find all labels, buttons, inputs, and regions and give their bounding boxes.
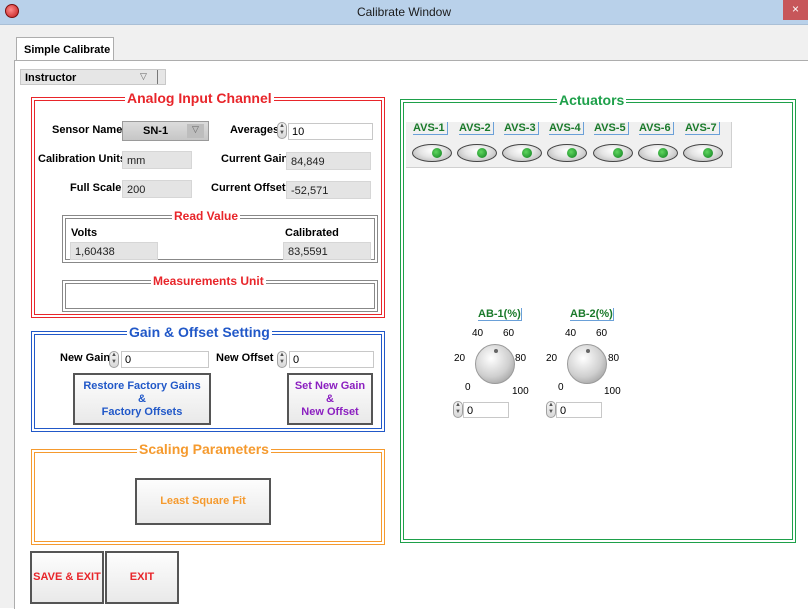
ab2-spinner[interactable]: ▲ ▼ [546, 401, 556, 418]
volts-value: 1,60438 [70, 242, 158, 260]
knob-title: AB-1(%) [478, 308, 522, 321]
user-select-value: Instructor [25, 72, 77, 84]
avs-toggle-button[interactable] [547, 144, 587, 162]
avs-label: AVS-4 [549, 122, 584, 135]
sensor-name-select[interactable]: SN-1 ▽ [122, 121, 209, 141]
ab1-input[interactable]: 0 [463, 402, 509, 418]
avs-label: AVS-3 [504, 122, 539, 135]
status-led-icon [477, 148, 487, 158]
avs-toggle-button[interactable] [457, 144, 497, 162]
ab1-spinner[interactable]: ▲ ▼ [453, 401, 463, 418]
avs-label: AVS-1 [413, 122, 448, 135]
scaling-parameters-title: Scaling Parameters [137, 441, 271, 457]
status-led-icon [522, 148, 532, 158]
status-led-icon [567, 148, 577, 158]
current-offset-value: -52,571 [286, 181, 371, 199]
current-offset-label: Current Offset [211, 182, 286, 194]
restore-factory-button[interactable]: Restore Factory Gains & Factory Offsets [73, 373, 211, 425]
status-led-icon [658, 148, 668, 158]
averages-spinner[interactable]: ▲ ▼ [277, 122, 287, 139]
new-gain-spinner[interactable]: ▲ ▼ [109, 351, 119, 368]
chevron-down-icon: ▽ [140, 71, 147, 81]
avs-toggle-button[interactable] [502, 144, 542, 162]
current-gain-value: 84,849 [286, 152, 371, 170]
set-new-gain-offset-button[interactable]: Set New Gain & New Offset [287, 373, 373, 425]
least-square-fit-button[interactable]: Least Square Fit [135, 478, 271, 525]
title-bar: Calibrate Window × [0, 0, 808, 25]
ab1-knob[interactable] [475, 344, 515, 384]
save-exit-button[interactable]: SAVE & EXIT [30, 551, 104, 604]
current-gain-label: Current Gain [221, 153, 289, 165]
status-led-icon [613, 148, 623, 158]
new-gain-input[interactable]: 0 [121, 351, 209, 368]
avs-label: AVS-5 [594, 122, 629, 135]
volts-label: Volts [71, 227, 98, 239]
close-button[interactable]: × [783, 0, 808, 20]
avs-label: AVS-6 [639, 122, 674, 135]
calibrated-value: 83,5591 [283, 242, 371, 260]
read-value-title: Read Value [172, 209, 241, 223]
status-led-icon [432, 148, 442, 158]
new-offset-spinner[interactable]: ▲ ▼ [277, 351, 287, 368]
ab2-input[interactable]: 0 [556, 402, 602, 418]
averages-label: Averages [230, 124, 280, 136]
actuators-title: Actuators [557, 92, 627, 108]
avs-toggle-button[interactable] [683, 144, 723, 162]
cal-units-label: Calibration Units [38, 153, 127, 165]
ab2-knob[interactable] [567, 344, 607, 384]
tab-panel: Instructor ▽ Analog Input Channel Sensor… [14, 60, 808, 609]
avs-toggle-button[interactable] [638, 144, 678, 162]
tab-simple-calibrate[interactable]: Simple Calibrate [16, 37, 114, 60]
avs-panel: AVS-1 AVS-2 AVS-3 AVS-4 AVS-5 AVS-6 AVS-… [406, 122, 732, 168]
cal-units-value: mm [122, 151, 192, 169]
gain-offset-title: Gain & Offset Setting [127, 324, 272, 340]
new-offset-input[interactable]: 0 [289, 351, 374, 368]
new-offset-label: New Offset [216, 352, 274, 364]
chevron-down-icon: ▽ [187, 124, 204, 138]
sensor-name-value: SN-1 [143, 125, 169, 137]
knob-title: AB-2(%) [570, 308, 614, 321]
averages-input[interactable]: 10 [288, 123, 373, 140]
window-title: Calibrate Window [356, 5, 452, 19]
calibrated-label: Calibrated [285, 227, 339, 239]
window-client: Simple Calibrate Instructor ▽ Analog Inp… [0, 25, 808, 609]
measurements-unit-title: Measurements Unit [151, 274, 266, 288]
analog-input-title: Analog Input Channel [125, 90, 274, 106]
full-scale-value: 200 [122, 180, 192, 198]
new-gain-label: New Gain [60, 352, 111, 364]
user-select[interactable]: Instructor ▽ [20, 69, 166, 85]
avs-label: AVS-2 [459, 122, 494, 135]
full-scale-label: Full Scale [70, 182, 122, 194]
avs-toggle-button[interactable] [412, 144, 452, 162]
avs-label: AVS-7 [685, 122, 720, 135]
exit-button[interactable]: EXIT [105, 551, 179, 604]
avs-toggle-button[interactable] [593, 144, 633, 162]
sensor-name-label: Sensor Name [52, 124, 123, 136]
status-led-icon [703, 148, 713, 158]
